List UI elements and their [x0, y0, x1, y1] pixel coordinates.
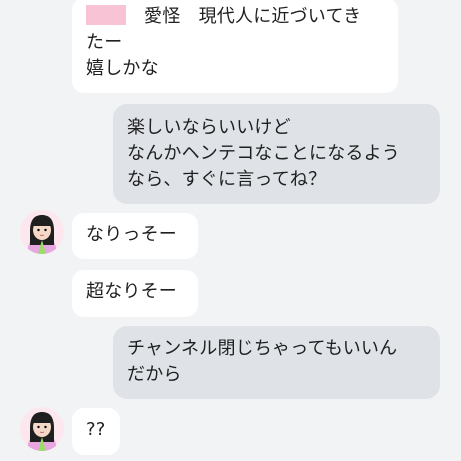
message-line-1: チャンネル閉じちゃってもいいん — [127, 338, 398, 359]
outgoing-message-2[interactable]: チャンネル閉じちゃってもいいん だから — [113, 326, 440, 399]
incoming-message-2[interactable]: なりっそー — [72, 213, 198, 259]
message-line-1: 愛怪 現代人に近づいてき — [86, 4, 384, 30]
incoming-message-4[interactable]: ?? — [72, 408, 120, 455]
chat-thread[interactable]: 愛怪 現代人に近づいてき たー 嬉しかな 楽しいならいいけど なんかヘンテコなこ… — [0, 0, 461, 461]
outgoing-message-1[interactable]: 楽しいならいいけど なんかヘンテコなことになるよう なら、すぐに言ってね？ — [113, 104, 440, 204]
incoming-message-1[interactable]: 愛怪 現代人に近づいてき たー 嬉しかな — [72, 0, 398, 93]
message-line-1: なりっそー — [86, 224, 177, 245]
message-line-1: 楽しいならいいけど — [127, 117, 291, 138]
message-line-2: たー — [86, 32, 123, 53]
redacted-name — [86, 5, 126, 25]
message-line-1: ?? — [86, 419, 106, 440]
message-line-2: だから — [127, 364, 182, 385]
avatar-girl-icon[interactable] — [20, 210, 64, 254]
message-line-3: 嬉しかな — [86, 58, 159, 79]
message-line-2: なんかヘンテコなことになるよう — [127, 143, 400, 164]
message-line-3: なら、すぐに言ってね？ — [127, 169, 327, 190]
avatar-girl-icon[interactable] — [20, 407, 64, 451]
message-line-1: 超なりそー — [86, 281, 177, 302]
incoming-message-3[interactable]: 超なりそー — [72, 270, 198, 317]
